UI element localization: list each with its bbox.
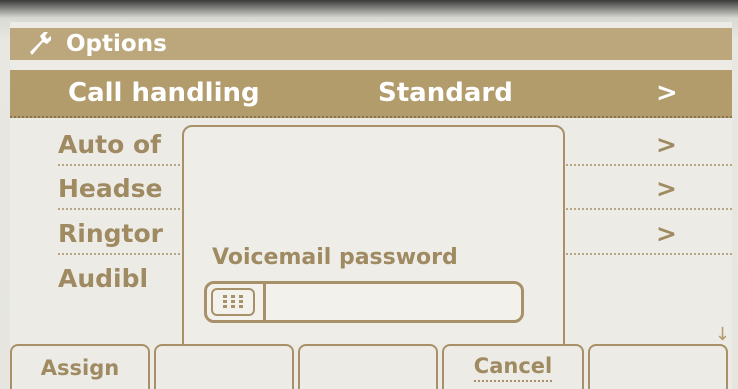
menu-item-call-handling[interactable]: Call handling Standard > [10,70,732,118]
page-title: Options [66,31,167,57]
wrench-icon [30,32,51,55]
voicemail-password-dialog: Voicemail password [182,125,565,360]
phone-screen: Options Call handling Standard > Auto of… [10,22,732,389]
chevron-right-icon: > [656,218,677,248]
input-divider [263,284,266,320]
menu-item-label: Headse [58,173,163,203]
keypad-icon[interactable] [211,288,255,316]
softkey-3[interactable] [298,344,438,389]
menu-item-label: Ringtor [58,218,163,248]
menu-item-label: Audibl [58,263,149,293]
title-bar: Options [10,28,732,60]
chevron-right-icon: > [656,129,677,159]
chevron-right-icon: > [656,78,678,108]
softkey-cancel[interactable]: Cancel [442,344,584,389]
dialog-prompt: Voicemail password [212,245,458,270]
chevron-right-icon: > [656,173,677,203]
softkey-2[interactable] [154,344,294,389]
menu-item-label: Call handling [68,78,260,108]
softkey-label: Cancel [473,354,553,382]
softkey-5[interactable] [588,344,728,389]
keypad-grid-icon [223,295,243,308]
menu-item-label: Auto of [58,129,162,159]
menu-item-value: Standard [378,78,513,108]
softkey-bar: Assign Cancel [10,344,732,389]
password-input[interactable] [204,281,524,323]
softkey-label: Assign [40,355,120,380]
softkey-assign[interactable]: Assign [10,344,150,389]
scroll-down-icon: ↓ [714,324,730,345]
